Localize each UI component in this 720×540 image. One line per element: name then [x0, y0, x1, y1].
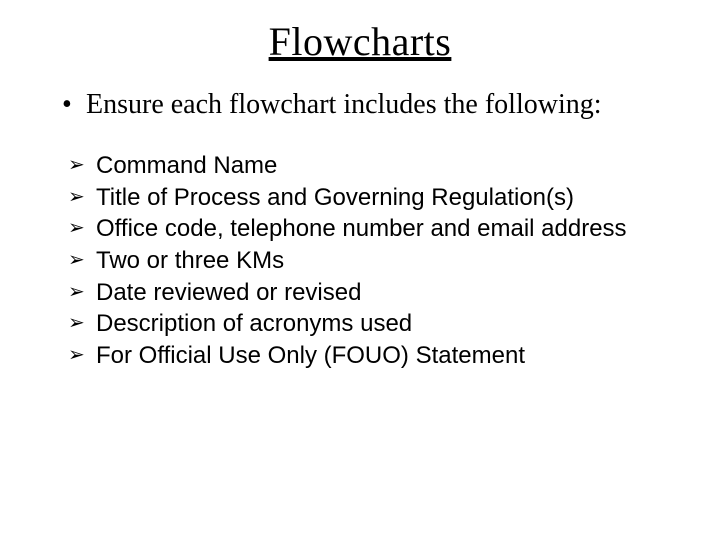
lead-item: Ensure each flowchart includes the follo… [62, 87, 672, 122]
list-item: For Official Use Only (FOUO) Statement [68, 340, 660, 372]
list-item: Description of acronyms used [68, 308, 660, 340]
lead-list: Ensure each flowchart includes the follo… [40, 87, 680, 122]
list-item: Command Name [68, 150, 660, 182]
slide: Flowcharts Ensure each flowchart include… [0, 0, 720, 540]
checklist: Command Name Title of Process and Govern… [40, 150, 680, 372]
list-item: Title of Process and Governing Regulatio… [68, 182, 660, 214]
list-item: Date reviewed or revised [68, 277, 660, 309]
page-title: Flowcharts [40, 18, 680, 65]
list-item: Office code, telephone number and email … [68, 213, 660, 245]
list-item: Two or three KMs [68, 245, 660, 277]
